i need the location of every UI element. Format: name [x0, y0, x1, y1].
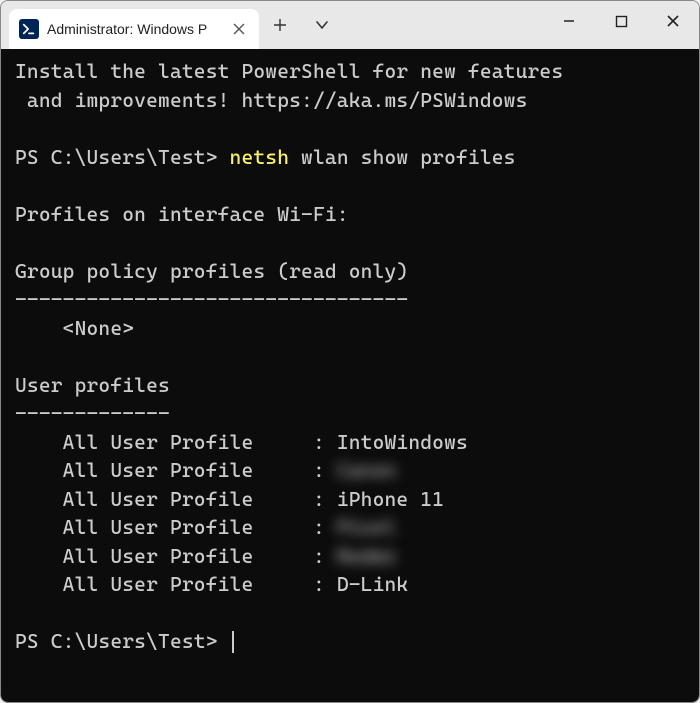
titlebar: Administrator: Windows P	[1, 1, 699, 49]
close-window-button[interactable]	[647, 1, 699, 41]
command-rest: wlan show profiles	[289, 145, 515, 169]
profile-name: iPhone 11	[337, 487, 444, 511]
profile-name-redacted: Pixel	[337, 515, 420, 539]
tab-strip: Administrator: Windows P	[1, 1, 259, 49]
close-tab-button[interactable]	[229, 19, 249, 39]
powershell-icon	[19, 19, 39, 39]
profile-name-redacted: Canon	[337, 458, 420, 482]
profile-label: All User Profile :	[15, 487, 337, 511]
profile-label: All User Profile :	[15, 430, 337, 454]
section-header: Profiles on interface Wi-Fi:	[15, 202, 349, 226]
group-policy-header: Group policy profiles (read only)	[15, 259, 408, 283]
banner-line: Install the latest PowerShell for new fe…	[15, 59, 563, 83]
terminal-pane[interactable]: Install the latest PowerShell for new fe…	[1, 49, 699, 702]
profile-name: IntoWindows	[337, 430, 468, 454]
user-profiles-header: User profiles	[15, 373, 170, 397]
tab-active[interactable]: Administrator: Windows P	[9, 9, 259, 49]
profile-label: All User Profile :	[15, 458, 337, 482]
rule-line: -------------	[15, 401, 170, 425]
new-tab-button[interactable]	[259, 1, 301, 49]
profile-label: All User Profile :	[15, 572, 337, 596]
cursor-icon	[232, 631, 234, 653]
profile-label: All User Profile :	[15, 544, 337, 568]
prompt-text: PS C:\Users\Test>	[15, 145, 230, 169]
rule-line: ---------------------------------	[15, 287, 408, 311]
tab-actions	[259, 1, 343, 49]
app-window: Administrator: Windows P	[0, 0, 700, 703]
profile-name: D-Link	[337, 572, 409, 596]
maximize-button[interactable]	[595, 1, 647, 41]
window-controls	[543, 1, 699, 41]
minimize-button[interactable]	[543, 1, 595, 41]
profile-name-redacted: Redmi	[337, 544, 420, 568]
banner-line: and improvements! https://aka.ms/PSWindo…	[15, 88, 528, 112]
profile-label: All User Profile :	[15, 515, 337, 539]
tab-dropdown-button[interactable]	[301, 1, 343, 49]
tab-title: Administrator: Windows P	[47, 21, 221, 37]
command-token: netsh	[230, 145, 290, 169]
prompt-text: PS C:\Users\Test>	[15, 629, 230, 653]
group-policy-none: <None>	[15, 316, 134, 340]
